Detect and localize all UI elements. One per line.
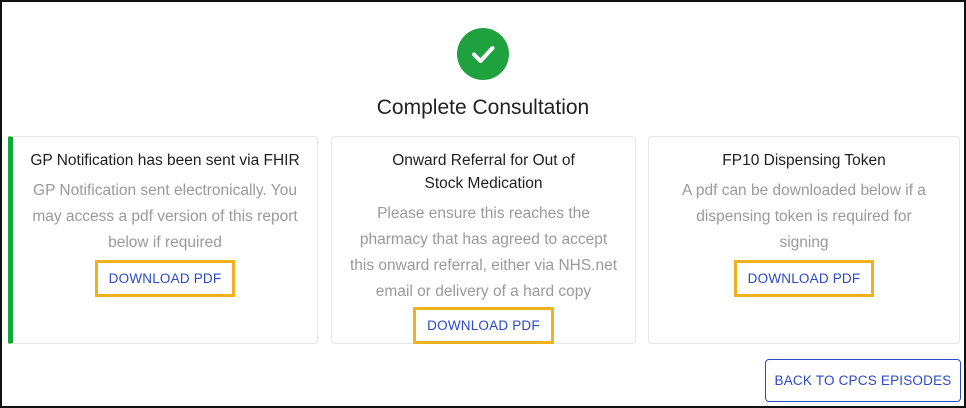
download-pdf-highlight: DOWNLOAD PDF (94, 260, 236, 297)
page-title: Complete Consultation (376, 96, 590, 119)
download-pdf-highlight: DOWNLOAD PDF (733, 260, 875, 297)
download-pdf-highlight: DOWNLOAD PDF (413, 307, 554, 344)
card-title: GP Notification has been sent via FHIR (30, 152, 300, 169)
card-title: Onward Referral for Out of Stock Medicat… (392, 152, 575, 192)
download-pdf-button[interactable]: DOWNLOAD PDF (98, 263, 233, 294)
download-pdf-button[interactable]: DOWNLOAD PDF (416, 310, 551, 341)
onward-referral-card: Onward Referral for Out of Stock Medicat… (331, 136, 636, 344)
fp10-dispensing-token-card: FP10 Dispensing Token A pdf can be downl… (648, 136, 960, 344)
card-description: A pdf can be downloaded below if a dispe… (682, 182, 926, 251)
check-circle-icon (457, 28, 509, 80)
gp-notification-card: GP Notification has been sent via FHIR G… (8, 136, 318, 344)
back-to-cpcs-episodes-button[interactable]: BACK TO CPCS EPISODES (765, 359, 961, 402)
checkmark-icon (472, 46, 495, 63)
card-description: GP Notification sent electronically. You… (32, 182, 298, 251)
card-title: FP10 Dispensing Token (722, 152, 886, 169)
consultation-complete-panel: Complete Consultation GP Notification ha… (0, 0, 966, 408)
card-description: Please ensure this reaches the pharmacy … (349, 205, 618, 300)
download-pdf-button[interactable]: DOWNLOAD PDF (737, 263, 872, 294)
